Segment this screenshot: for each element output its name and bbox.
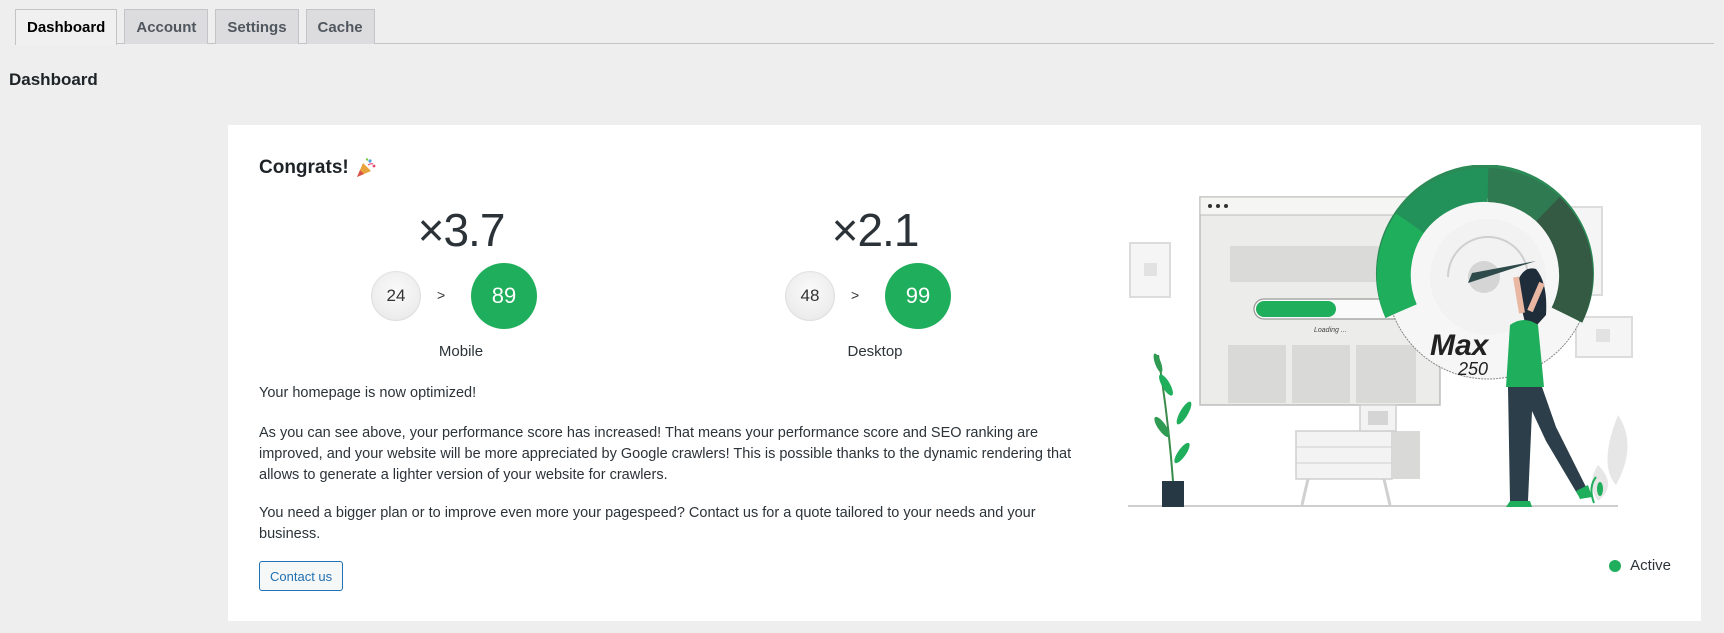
mobile-score-row: 24 > 89 bbox=[361, 261, 561, 329]
mobile-multiplier: ×3.7 bbox=[417, 204, 506, 256]
loading-text: Loading ... bbox=[1314, 327, 1347, 334]
mobile-score-block: ×3.7 24 > 89 Mobile bbox=[361, 205, 561, 360]
status-indicator: Active bbox=[1609, 557, 1671, 574]
tab-dashboard[interactable]: Dashboard bbox=[15, 9, 118, 45]
status-dot-icon bbox=[1609, 559, 1622, 572]
desktop-multiplier: ×2.1 bbox=[831, 204, 920, 256]
desktop-label: Desktop bbox=[847, 343, 903, 360]
desktop-score-row: 48 > 99 bbox=[775, 261, 975, 329]
desktop-score-block: ×2.1 48 > 99 Desktop bbox=[775, 205, 975, 360]
tab-account[interactable]: Account bbox=[124, 9, 209, 44]
congrats-heading: Congrats! bbox=[259, 157, 377, 179]
mobile-label: Mobile bbox=[438, 343, 484, 360]
congrats-text: Congrats! bbox=[259, 157, 349, 178]
upgrade-message: You need a bigger plan or to improve eve… bbox=[259, 505, 1036, 542]
performance-description: As you can see above, your performance s… bbox=[259, 425, 1072, 483]
page-title: Dashboard bbox=[9, 70, 98, 89]
gauge-number: 250 bbox=[1457, 359, 1488, 379]
mobile-new-score: 89 bbox=[471, 263, 537, 329]
mobile-old-score: 24 bbox=[371, 271, 421, 321]
status-label: Active bbox=[1630, 557, 1671, 574]
gauge-text: Max bbox=[1430, 329, 1490, 362]
speed-gauge-illustration: Loading ... Max 250 bbox=[1118, 164, 1678, 525]
desktop-old-score: 48 bbox=[785, 271, 835, 321]
mobile-arrow: > bbox=[437, 287, 446, 303]
dashboard-card: Congrats! ×3.7 24 > 89 Mobile ×2.1 48 > … bbox=[228, 125, 1701, 621]
party-popper-icon bbox=[355, 157, 377, 179]
tab-cache[interactable]: Cache bbox=[305, 9, 375, 44]
desktop-arrow: > bbox=[851, 287, 860, 303]
tab-settings[interactable]: Settings bbox=[215, 9, 299, 44]
tab-bar: Dashboard Account Settings Cache bbox=[15, 9, 1714, 45]
desktop-new-score: 99 bbox=[885, 263, 951, 329]
contact-us-button[interactable]: Contact us bbox=[259, 561, 344, 591]
optimized-message: Your homepage is now optimized! bbox=[259, 385, 477, 401]
